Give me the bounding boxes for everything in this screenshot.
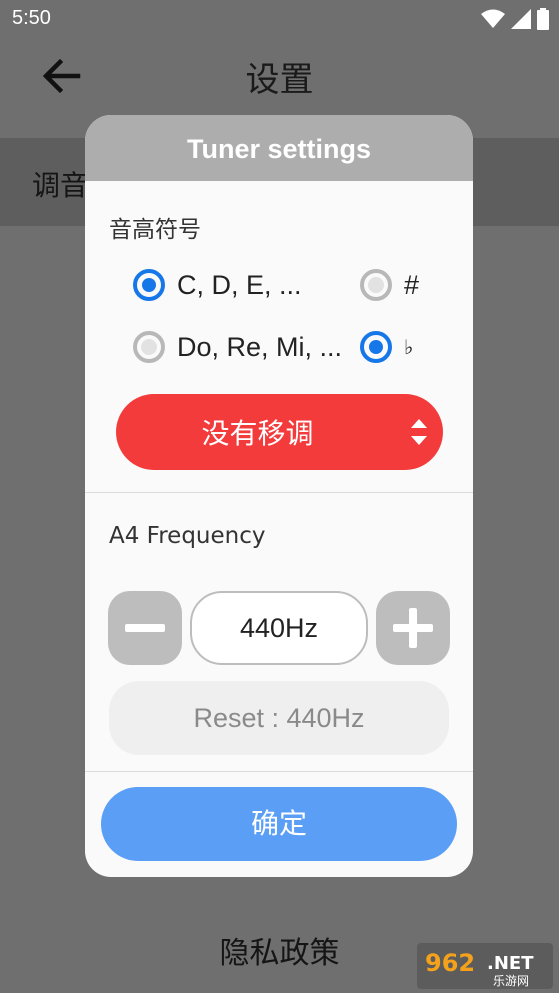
radio-selected-icon	[133, 269, 165, 301]
wifi-icon	[481, 9, 505, 28]
radio-option-sharp[interactable]: #	[360, 267, 419, 303]
status-bar: 5:50	[0, 0, 559, 36]
divider	[85, 492, 473, 493]
note-names-section-title: 音高符号	[109, 217, 201, 243]
up-down-arrows-icon	[411, 419, 427, 445]
transpose-value: 没有移调	[201, 417, 314, 450]
radio-label: ♭	[404, 336, 414, 359]
radio-label: #	[404, 269, 420, 300]
signal-icon	[511, 9, 531, 29]
dialog-title: Tuner settings	[85, 115, 473, 181]
decrease-frequency-button[interactable]	[108, 591, 182, 665]
svg-text:.NET: .NET	[487, 953, 534, 974]
battery-icon	[537, 8, 549, 30]
radio-unselected-icon	[133, 331, 165, 363]
transpose-select[interactable]: 没有移调	[116, 394, 443, 470]
settings-row-label: 调音	[32, 169, 89, 202]
minus-icon	[125, 624, 165, 632]
watermark-logo-graphic: 962 .NET 乐游网	[417, 943, 553, 989]
radio-selected-icon	[360, 331, 392, 363]
reset-frequency-button[interactable]: Reset : 440Hz	[109, 681, 449, 755]
radio-label: Do, Re, Mi, ...	[177, 331, 343, 362]
radio-option-flat[interactable]: ♭	[360, 329, 413, 365]
frequency-section-title: A4 Frequency	[109, 523, 266, 549]
radio-label: C, D, E, ...	[177, 269, 302, 300]
status-icons	[481, 8, 549, 30]
confirm-button[interactable]: 确定	[101, 787, 457, 861]
radio-option-letter-names[interactable]: C, D, E, ...	[133, 267, 302, 303]
svg-text:乐游网: 乐游网	[493, 974, 529, 988]
watermark-logo: 962 .NET 乐游网	[417, 943, 553, 989]
page-title: 设置	[245, 60, 314, 100]
increase-frequency-button[interactable]	[376, 591, 450, 665]
svg-text:962: 962	[425, 949, 475, 977]
radio-option-solfege[interactable]: Do, Re, Mi, ...	[133, 329, 342, 365]
radio-unselected-icon	[360, 269, 392, 301]
divider	[85, 771, 473, 772]
tuner-settings-dialog: Tuner settings 音高符号 C, D, E, ... # Do, R…	[85, 115, 473, 877]
frequency-field[interactable]: 440Hz	[190, 591, 368, 665]
status-time: 5:50	[12, 7, 51, 29]
plus-icon	[393, 608, 433, 648]
